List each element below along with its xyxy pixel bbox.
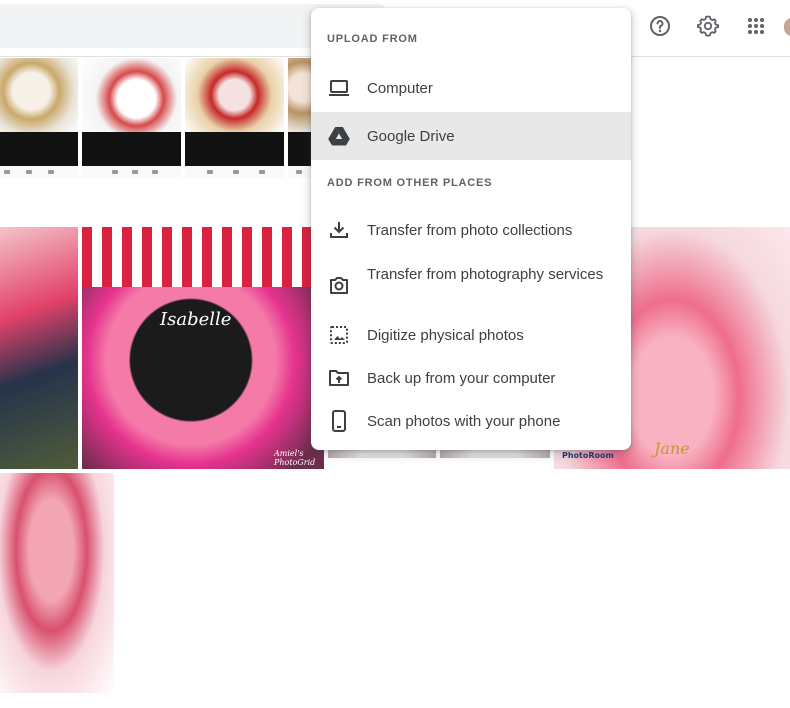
photo-scan-icon [327,323,351,347]
photo-caption: Jane [654,439,690,458]
download-icon [327,218,351,242]
menu-item-transfer-collections[interactable]: Transfer from photo collections [311,206,631,254]
photo-image-footer [185,132,284,166]
photo-image [185,58,284,132]
photo-thumbnail[interactable] [185,58,284,178]
upload-menu: UPLOAD FROM Computer Google Drive ADD FR… [311,8,631,450]
upload-folder-icon [327,366,351,390]
menu-item-transfer-services[interactable]: Transfer from photography services [311,257,631,313]
smartphone-icon [327,409,351,433]
laptop-icon [327,76,351,100]
menu-item-label: Back up from your computer [367,370,556,387]
photo-watermark: PhotoRoom [562,451,614,460]
menu-item-label: Transfer from photography services [367,266,604,283]
apps-grid-icon[interactable] [744,14,768,38]
photo-glyphs [185,166,284,178]
gear-icon[interactable] [696,14,720,38]
menu-item-label: Scan photos with your phone [367,413,561,430]
menu-item-label: Transfer from photo collections [367,222,573,239]
menu-item-label: Computer [367,80,433,97]
photo-caption: Isabelle [160,309,232,330]
menu-item-backup[interactable]: Back up from your computer [311,354,631,402]
help-icon[interactable] [648,14,672,38]
menu-item-computer[interactable]: Computer [311,64,631,112]
photo-thumbnail[interactable] [0,58,78,178]
photo-thumbnail[interactable] [0,227,78,469]
upload-from-header: UPLOAD FROM [327,33,418,45]
photo-watermark: Amiel's PhotoGrid [274,449,316,467]
add-from-other-places-header: ADD FROM OTHER PLACES [327,177,493,189]
photo-thumbnail[interactable] [82,58,181,178]
photo-image-footer [82,132,181,166]
google-drive-icon [327,124,351,148]
menu-item-label: Digitize physical photos [367,327,524,344]
photo-glyphs [82,166,181,178]
photo-image [82,58,181,132]
camera-sync-icon [327,273,351,297]
account-avatar[interactable] [784,18,790,36]
menu-item-label: Google Drive [367,128,455,145]
menu-item-digitize[interactable]: Digitize physical photos [311,311,631,359]
photo-image [0,58,78,132]
menu-item-scan-phone[interactable]: Scan photos with your phone [311,397,631,445]
photo-thumbnail[interactable]: Isabelle Amiel's PhotoGrid [82,227,324,469]
photo-image-footer [0,132,78,166]
photo-thumbnail[interactable] [0,473,114,693]
menu-item-google-drive[interactable]: Google Drive [311,112,631,160]
photo-glyphs [0,166,78,178]
